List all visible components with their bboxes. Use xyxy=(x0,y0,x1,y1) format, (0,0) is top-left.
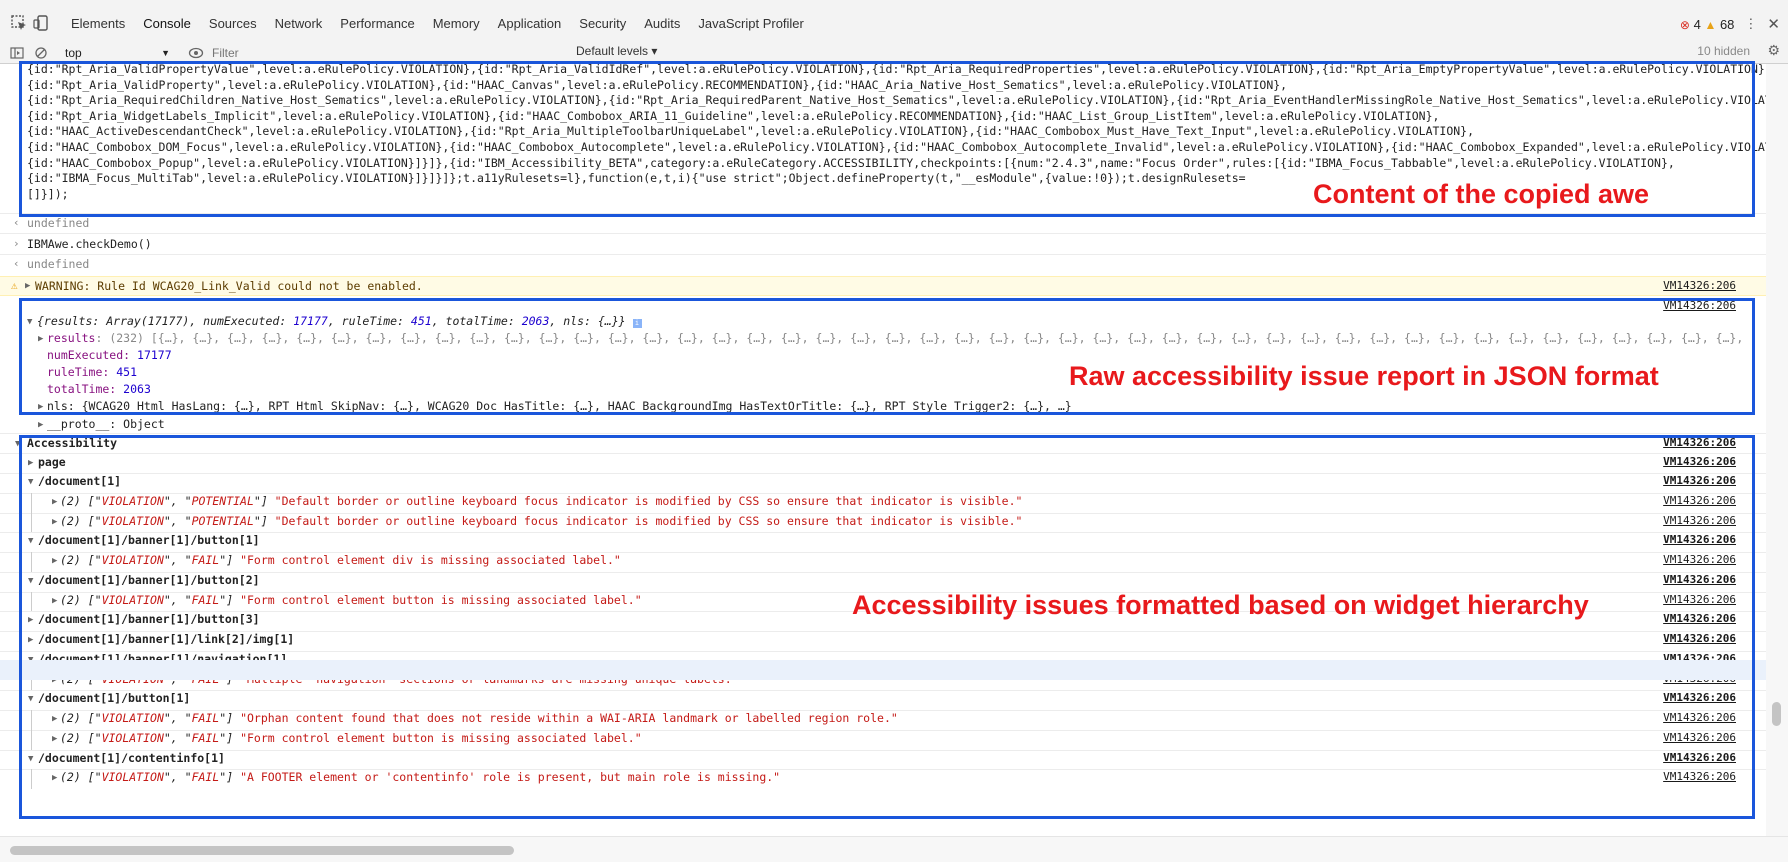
tab-sources[interactable]: Sources xyxy=(200,0,266,48)
hierarchy-box xyxy=(19,435,1755,819)
sidebar-toggle-icon[interactable] xyxy=(10,46,24,60)
devtools-tab-bar: Elements Console Sources Network Perform… xyxy=(0,0,1788,48)
annotation-hierarchy: Accessibility issues formatted based on … xyxy=(852,590,1589,620)
expand-triangle-icon[interactable]: ▶ xyxy=(38,420,43,430)
tab-audits[interactable]: Audits xyxy=(635,0,689,48)
error-icon: ⊗ xyxy=(1679,17,1690,32)
return-arrow-icon: ‹ xyxy=(13,216,20,229)
tab-network[interactable]: Network xyxy=(266,0,332,48)
eye-icon[interactable] xyxy=(188,46,204,60)
filter-input[interactable] xyxy=(212,44,552,62)
annotation-awe: Content of the copied awe xyxy=(1313,179,1650,209)
result-undefined: undefined xyxy=(27,257,90,271)
log-levels-label: Default levels xyxy=(576,44,649,58)
settings-gear-icon[interactable]: ⚙ xyxy=(1767,42,1780,59)
tab-javascript-profiler[interactable]: JavaScript Profiler xyxy=(689,0,812,48)
raw-report-box xyxy=(19,298,1755,415)
issue-counter[interactable]: ⊗ 4 ▲ 68 xyxy=(1680,17,1735,32)
console-command[interactable]: IBMAwe.checkDemo() xyxy=(27,237,152,251)
context-value: top xyxy=(65,46,82,60)
warning-icon: ⚠ xyxy=(11,279,18,292)
inspect-element-icon[interactable] xyxy=(10,14,28,32)
vertical-scrollbar[interactable] xyxy=(1766,64,1788,836)
scrollbar-thumb[interactable] xyxy=(10,846,514,855)
clear-console-icon[interactable] xyxy=(34,46,48,60)
panel-tabs: Elements Console Sources Network Perform… xyxy=(62,0,813,48)
proto-row[interactable]: __proto__: Object xyxy=(47,417,165,431)
tab-performance[interactable]: Performance xyxy=(331,0,423,48)
dropdown-arrow-icon: ▼ xyxy=(161,48,170,58)
source-link[interactable]: VM14326:206 xyxy=(1663,279,1736,292)
separator xyxy=(0,433,1766,434)
tab-elements[interactable]: Elements xyxy=(62,0,134,48)
log-levels-dropdown[interactable]: Default levels ▾ xyxy=(576,44,657,58)
prompt-chevron-icon: › xyxy=(13,237,20,250)
error-count: 4 xyxy=(1693,16,1701,32)
warning-icon: ▲ xyxy=(1704,17,1717,32)
result-undefined: undefined xyxy=(27,216,90,230)
scrollbar-thumb[interactable] xyxy=(1772,702,1781,726)
tab-security[interactable]: Security xyxy=(570,0,635,48)
hidden-messages-count: 10 hidden xyxy=(1697,44,1750,58)
warning-message: ⚠ ▶ WARNING: Rule Id WCAG20_Link_Valid c… xyxy=(0,276,1766,296)
expand-triangle-icon[interactable]: ▶ xyxy=(25,281,30,291)
device-toolbar-icon[interactable] xyxy=(32,14,50,32)
return-arrow-icon: ‹ xyxy=(13,257,20,270)
horizontal-scrollbar[interactable] xyxy=(0,836,1788,862)
toolbar-right: ⊗ 4 ▲ 68 ⋮ ✕ xyxy=(1680,0,1780,48)
tab-console[interactable]: Console xyxy=(134,0,200,48)
tab-memory[interactable]: Memory xyxy=(424,0,489,48)
warning-count: 68 xyxy=(1719,16,1735,32)
close-icon[interactable]: ✕ xyxy=(1767,15,1780,33)
more-options-icon[interactable]: ⋮ xyxy=(1744,16,1757,32)
context-selector[interactable]: top ▼ xyxy=(62,44,172,62)
separator xyxy=(0,254,1766,255)
tab-application[interactable]: Application xyxy=(489,0,571,48)
separator xyxy=(0,233,1766,234)
annotation-raw-report: Raw accessibility issue report in JSON f… xyxy=(1069,361,1659,391)
warning-text: WARNING: Rule Id WCAG20_Link_Valid could… xyxy=(35,279,423,293)
